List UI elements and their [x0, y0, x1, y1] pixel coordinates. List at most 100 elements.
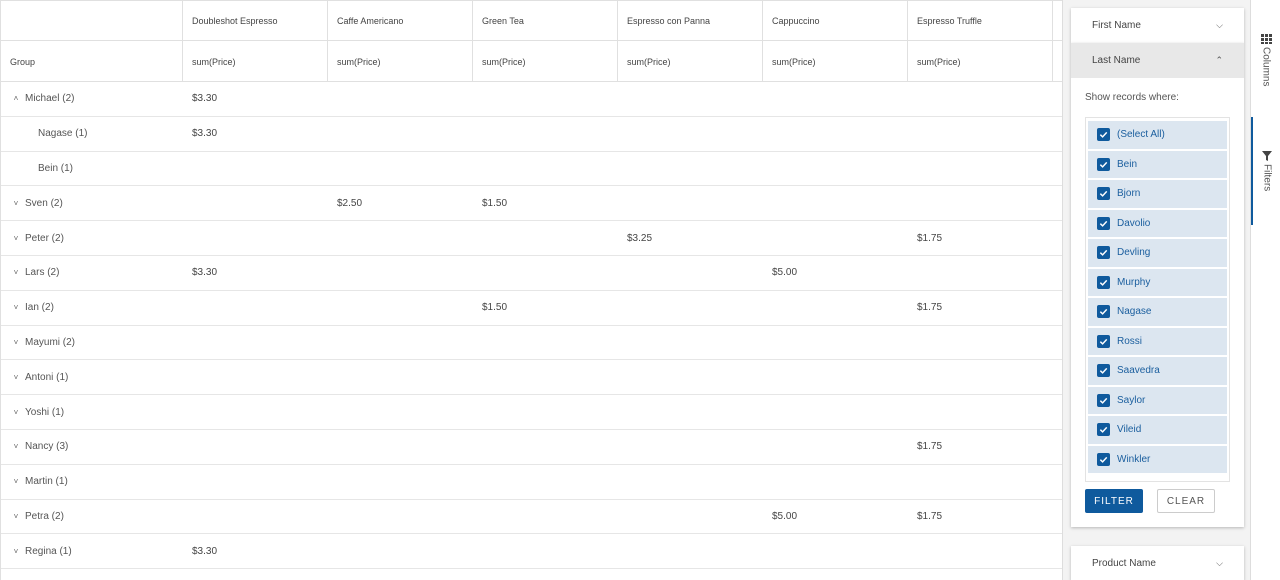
filter-item[interactable]: Vileid	[1088, 416, 1227, 444]
column-header[interactable]: sum(Price)	[473, 41, 618, 81]
price-cell: $1.75	[917, 510, 943, 522]
checkbox-checked-icon[interactable]	[1097, 275, 1110, 289]
group-label: Antoni (1)	[25, 371, 69, 383]
group-cell[interactable]: ˅ Petra (2)	[1, 500, 183, 534]
group-cell[interactable]: ˅ Regina (1)	[1, 534, 183, 568]
filter-item[interactable]: Nagase	[1088, 298, 1227, 326]
checkbox-checked-icon[interactable]	[1097, 452, 1110, 466]
chevron-down-icon[interactable]: ˅	[11, 477, 21, 486]
group-label: Nagase (1)	[38, 128, 88, 140]
price-cell	[908, 152, 1053, 186]
group-cell[interactable]: ˅ Antoni (1)	[1, 360, 183, 394]
group-cell[interactable]: ˅ Yoshi (1)	[1, 395, 183, 429]
column-header[interactable]: sum(Price)	[183, 41, 328, 81]
chevron-down-icon[interactable]: ˅	[11, 338, 21, 347]
column-header[interactable]: Espresso Truffle	[908, 1, 1053, 40]
chevron-up-icon[interactable]: ˄	[11, 94, 21, 103]
filters-tab-label: Filters	[1261, 164, 1273, 192]
first-name-label: First Name	[1092, 20, 1141, 31]
price-cell	[183, 430, 328, 464]
checkbox-checked-icon[interactable]	[1097, 246, 1110, 260]
column-header[interactable]: sum(Price)	[328, 41, 473, 81]
price-cell	[473, 117, 618, 151]
group-cell[interactable]: ˅ Sven (2)	[1, 186, 183, 220]
filter-item[interactable]: Murphy	[1088, 268, 1227, 296]
chevron-down-icon[interactable]: ˅	[11, 234, 21, 243]
group-label: Sven (2)	[25, 197, 63, 209]
column-header[interactable]: Caffe Americano	[328, 1, 473, 40]
checkbox-checked-icon[interactable]	[1097, 128, 1110, 142]
filter-item[interactable]: Bein	[1088, 150, 1227, 178]
price-cell	[328, 82, 473, 116]
filter-item[interactable]: Davolio	[1088, 209, 1227, 237]
column-header[interactable]: Green Tea	[473, 1, 618, 40]
table-row: ˅ Petra (2) $5.00 $1.75	[1, 500, 1062, 535]
first-name-accordion[interactable]: First Name ⌵	[1071, 8, 1244, 43]
last-name-header[interactable]: Last Name ⌃	[1071, 43, 1244, 78]
table-row: ˅ Antoni (1)	[1, 360, 1062, 396]
filter-panel: First Name ⌵ Last Name ⌃ Show records wh…	[1062, 0, 1250, 580]
columns-tab[interactable]: Columns	[1251, 34, 1280, 86]
checkbox-checked-icon[interactable]	[1097, 157, 1110, 171]
group-cell[interactable]: ˅ Martin (1)	[1, 465, 183, 499]
column-header[interactable]: sum(Price)	[618, 41, 763, 81]
group-cell[interactable]: ˅ Ian (2)	[1, 291, 183, 325]
price-cell	[328, 465, 473, 499]
price-cell	[328, 256, 473, 290]
group-cell[interactable]: ˄ Michael (2)	[1, 82, 183, 116]
checkbox-checked-icon[interactable]	[1097, 187, 1110, 201]
chevron-down-icon[interactable]: ˅	[11, 408, 21, 417]
column-header[interactable]: Cappuccino	[763, 1, 908, 40]
filter-buttons: FILTER CLEAR	[1085, 489, 1230, 513]
price-cell	[183, 186, 328, 220]
price-cell	[763, 117, 908, 151]
filter-item[interactable]: Saavedra	[1088, 357, 1227, 385]
checkbox-checked-icon[interactable]	[1097, 334, 1110, 348]
filters-tab[interactable]: Filters	[1251, 117, 1280, 225]
chevron-down-icon[interactable]: ˅	[11, 442, 21, 451]
column-header[interactable]: Doubleshot Espresso	[183, 1, 328, 40]
group-column-header[interactable]: Group	[1, 41, 183, 81]
first-name-header[interactable]: First Name ⌵	[1071, 8, 1244, 43]
chevron-down-icon[interactable]: ˅	[11, 303, 21, 312]
chevron-down-icon[interactable]: ˅	[11, 373, 21, 382]
filter-button[interactable]: FILTER	[1085, 489, 1143, 513]
select-all-item[interactable]: (Select All)	[1088, 121, 1227, 149]
price-cell	[618, 360, 763, 394]
chevron-down-icon[interactable]: ˅	[11, 512, 21, 521]
group-label: Bein (1)	[38, 162, 74, 174]
column-header[interactable]: sum(Price)	[763, 41, 908, 81]
column-header[interactable]: Espresso con Panna	[618, 1, 763, 40]
product-name-header[interactable]: Product Name ⌵	[1071, 546, 1244, 580]
clear-button[interactable]: CLEAR	[1157, 489, 1215, 513]
chevron-down-icon[interactable]: ˅	[11, 268, 21, 277]
checkbox-checked-icon[interactable]	[1097, 216, 1110, 230]
group-cell[interactable]: ˅ Peter (2)	[1, 221, 183, 255]
checkbox-checked-icon[interactable]	[1097, 305, 1110, 319]
group-cell[interactable]: ˅ Lars (2)	[1, 256, 183, 290]
group-cell[interactable]: Bein (1)	[1, 152, 183, 186]
checkbox-checked-icon[interactable]	[1097, 364, 1110, 378]
checkbox-checked-icon[interactable]	[1097, 423, 1110, 437]
chevron-down-icon[interactable]: ⌵	[1216, 20, 1223, 31]
filter-item[interactable]: Rossi	[1088, 327, 1227, 355]
filter-item[interactable]: Saylor	[1088, 386, 1227, 414]
column-header[interactable]: s	[1053, 41, 1062, 81]
column-header[interactable]: sum(Price)	[908, 41, 1053, 81]
checkbox-checked-icon[interactable]	[1097, 393, 1110, 407]
filter-item[interactable]: Bjorn	[1088, 180, 1227, 208]
group-label: Nancy (3)	[25, 441, 69, 453]
column-header[interactable]: C	[1053, 1, 1062, 40]
group-cell[interactable]: ˅ Mayumi (2)	[1, 326, 183, 360]
group-cell[interactable]: Nagase (1)	[1, 117, 183, 151]
filter-item[interactable]: Devling	[1088, 239, 1227, 267]
chevron-down-icon[interactable]: ˅	[11, 547, 21, 556]
chevron-up-icon[interactable]: ⌃	[1215, 55, 1223, 66]
filter-item[interactable]: Winkler	[1088, 445, 1227, 473]
chevron-down-icon[interactable]: ⌵	[1216, 558, 1223, 569]
group-cell[interactable]: ˅ Nancy (3)	[1, 430, 183, 464]
chevron-down-icon[interactable]: ˅	[11, 199, 21, 208]
product-name-accordion[interactable]: Product Name ⌵	[1071, 546, 1244, 580]
price-cell: $3.30	[192, 93, 218, 105]
group-column-header[interactable]	[1, 1, 183, 40]
